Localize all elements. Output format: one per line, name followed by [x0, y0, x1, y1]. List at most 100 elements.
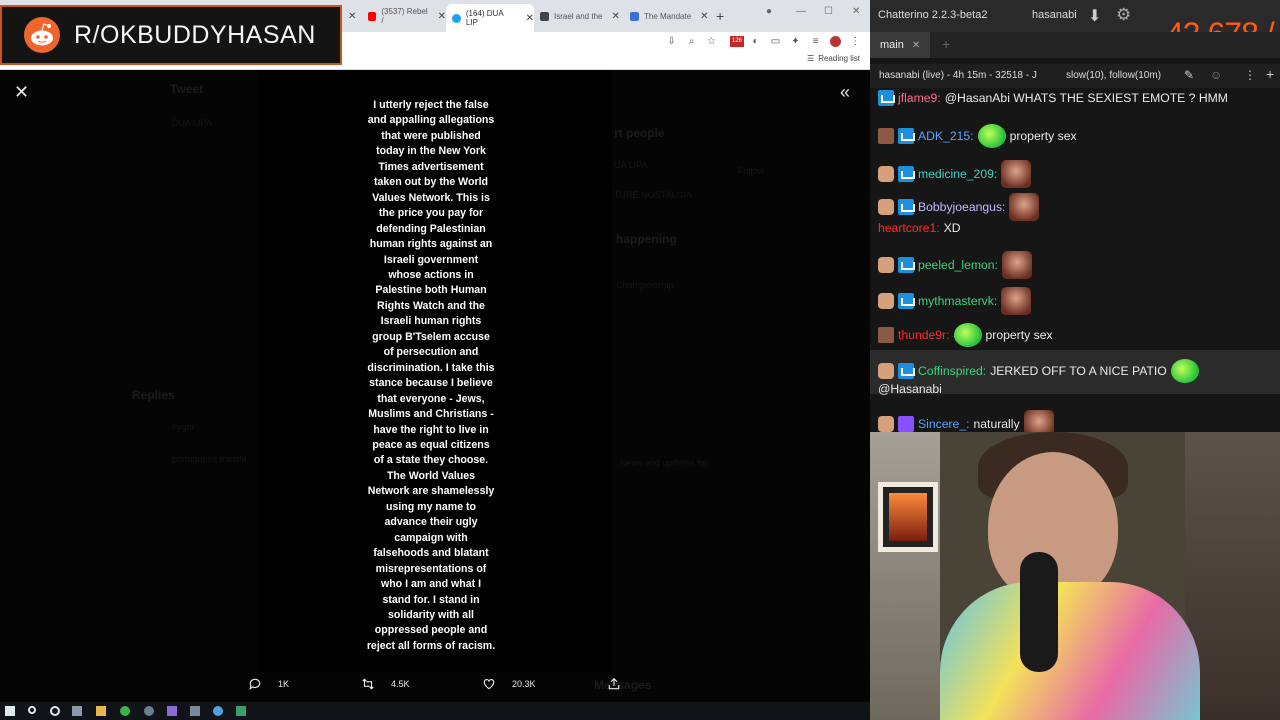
- share-icon: [608, 677, 620, 690]
- like-button[interactable]: 20.3K: [482, 677, 536, 691]
- install-icon[interactable]: ⇩: [666, 36, 677, 47]
- chat-username[interactable]: Bobbyjoeangus:: [918, 200, 1005, 214]
- collapse-icon[interactable]: «: [840, 82, 850, 103]
- chat-modes[interactable]: slow(10), follow(10m): [1066, 70, 1161, 81]
- tab-youtube[interactable]: (3537) Rebel / ✕: [362, 5, 446, 27]
- chat-username[interactable]: peeled_lemon:: [918, 258, 998, 272]
- app-icon[interactable]: [213, 706, 223, 716]
- media-icon[interactable]: ≡: [810, 36, 821, 47]
- browser-window: (3537) Rebel / ✕ (164) DUA LIP ✕ Israel …: [0, 0, 870, 702]
- emote-icon: [1009, 193, 1040, 221]
- gear-icon[interactable]: ⚙: [1116, 5, 1131, 25]
- subreddit-title: R/OKBUDDYHASAN: [74, 20, 316, 49]
- chat-username[interactable]: Coffinspired:: [918, 364, 986, 378]
- user-badge-icon: [878, 293, 894, 309]
- chat-username[interactable]: Sincere_:: [918, 417, 970, 431]
- menu-icon[interactable]: ⋮: [1244, 68, 1256, 82]
- replies-header: Replies: [132, 388, 175, 402]
- emote-icon: [1170, 359, 1199, 383]
- extension-icon[interactable]: ◐: [750, 36, 761, 47]
- record-icon[interactable]: ●: [766, 6, 772, 17]
- author-name: DUA LIPA: [172, 118, 212, 128]
- download-icon[interactable]: ⬇: [1088, 6, 1101, 26]
- chat-username[interactable]: mythmastervk:: [918, 294, 997, 308]
- tab-close-icon[interactable]: ✕: [438, 11, 446, 22]
- chat-username[interactable]: ADK_215:: [918, 129, 974, 143]
- reply-button[interactable]: 1K: [248, 677, 289, 691]
- youtube-icon: [368, 11, 377, 21]
- user-badge-icon: [878, 166, 894, 182]
- tab-close-icon[interactable]: ✕: [526, 13, 534, 24]
- add-tab-icon[interactable]: +: [942, 36, 950, 52]
- chat-username[interactable]: heartcore1:: [878, 221, 940, 235]
- tab-twitter[interactable]: (164) DUA LIP ✕: [446, 4, 534, 32]
- chat-username[interactable]: thunde9r:: [898, 328, 950, 342]
- tab-label: (164) DUA LIP: [465, 9, 504, 27]
- chat-message: @Hasanabi: [878, 382, 942, 396]
- menu-icon[interactable]: ⋮: [850, 36, 861, 47]
- emote-icon: [953, 323, 982, 347]
- bookmark-star-icon[interactable]: ☆: [706, 36, 717, 47]
- folder-icon[interactable]: [96, 706, 106, 716]
- tab-close-icon[interactable]: ✕: [700, 11, 708, 22]
- prime-badge-icon: [898, 293, 915, 309]
- heart-icon: [483, 679, 495, 690]
- split-header: hasanabi (live) - 4h 15m - 32518 - J slo…: [870, 64, 1280, 88]
- tweet-actions: 1K 4.5K 20.3K: [0, 674, 870, 698]
- tab-close-icon[interactable]: ✕: [342, 5, 356, 27]
- close-icon[interactable]: ✕: [912, 40, 920, 51]
- page-icon: [630, 11, 639, 21]
- follow-button[interactable]: Follow: [738, 166, 764, 176]
- avatar[interactable]: [830, 36, 841, 47]
- user-badge-icon: [878, 363, 894, 379]
- chat-username[interactable]: medicine_209:: [918, 167, 997, 181]
- stream-info: hasanabi (live) - 4h 15m - 32518 - J: [879, 70, 1037, 81]
- minimize-icon[interactable]: —: [796, 6, 806, 17]
- chat-username[interactable]: jflame9:: [898, 91, 941, 105]
- reply-user: hygor: [172, 422, 195, 432]
- reading-list-button[interactable]: ☰ Reading list: [807, 54, 860, 63]
- trend-item: Championship: [616, 280, 674, 290]
- tab-close-icon[interactable]: ✕: [611, 11, 619, 22]
- tab-label: main: [880, 39, 904, 51]
- retweet-icon: [362, 678, 374, 690]
- subreddit-banner: R/OKBUDDYHASAN: [0, 5, 342, 65]
- users-icon[interactable]: ☺: [1210, 68, 1222, 82]
- app-icon[interactable]: [167, 706, 177, 716]
- new-tab-button[interactable]: +: [716, 8, 724, 24]
- close-icon[interactable]: ✕: [14, 82, 29, 103]
- chat-text: property sex: [985, 328, 1053, 342]
- zoom-icon[interactable]: ⌕: [686, 36, 697, 47]
- chat-message: heartcore1: XD: [878, 221, 961, 235]
- user-badge-icon: [878, 327, 894, 343]
- pencil-icon[interactable]: ✎: [1184, 68, 1194, 82]
- add-split-icon[interactable]: +: [1266, 66, 1274, 82]
- search-icon[interactable]: [28, 706, 36, 714]
- chat-message: mythmastervk:: [878, 287, 1032, 315]
- extension-badge[interactable]: 126: [730, 36, 744, 47]
- twitter-icon: [452, 13, 461, 23]
- puzzle-icon[interactable]: ✦: [790, 36, 801, 47]
- app-icon[interactable]: [190, 706, 200, 716]
- happening-header: happening: [616, 232, 677, 246]
- cortana-icon[interactable]: [50, 706, 60, 716]
- app-icon[interactable]: [144, 706, 154, 716]
- chat-text: property sex: [1009, 129, 1077, 143]
- prime-badge-icon: [898, 257, 915, 273]
- app-icon[interactable]: [236, 706, 246, 716]
- start-icon[interactable]: [5, 706, 15, 716]
- task-view-icon[interactable]: [72, 706, 82, 716]
- account-name[interactable]: hasanabi: [1032, 9, 1077, 21]
- tab-israel[interactable]: Israel and the ✕: [534, 5, 622, 27]
- tweet-header: Tweet: [170, 82, 204, 96]
- close-window-icon[interactable]: ✕: [852, 6, 860, 17]
- tab-mandate[interactable]: The Mandate ✕: [624, 5, 714, 27]
- extension-icon[interactable]: ▭: [770, 36, 781, 47]
- retweet-button[interactable]: 4.5K: [361, 677, 410, 691]
- title-bar: Chatterino 2.2.3-beta2 hasanabi ⬇ ⚙ 43,6…: [870, 0, 1280, 52]
- tab-main[interactable]: main ✕: [870, 32, 930, 58]
- maximize-icon[interactable]: ☐: [824, 6, 833, 17]
- chrome-icon[interactable]: [120, 706, 130, 716]
- share-button[interactable]: [607, 677, 621, 691]
- chat-text: naturally: [973, 417, 1020, 431]
